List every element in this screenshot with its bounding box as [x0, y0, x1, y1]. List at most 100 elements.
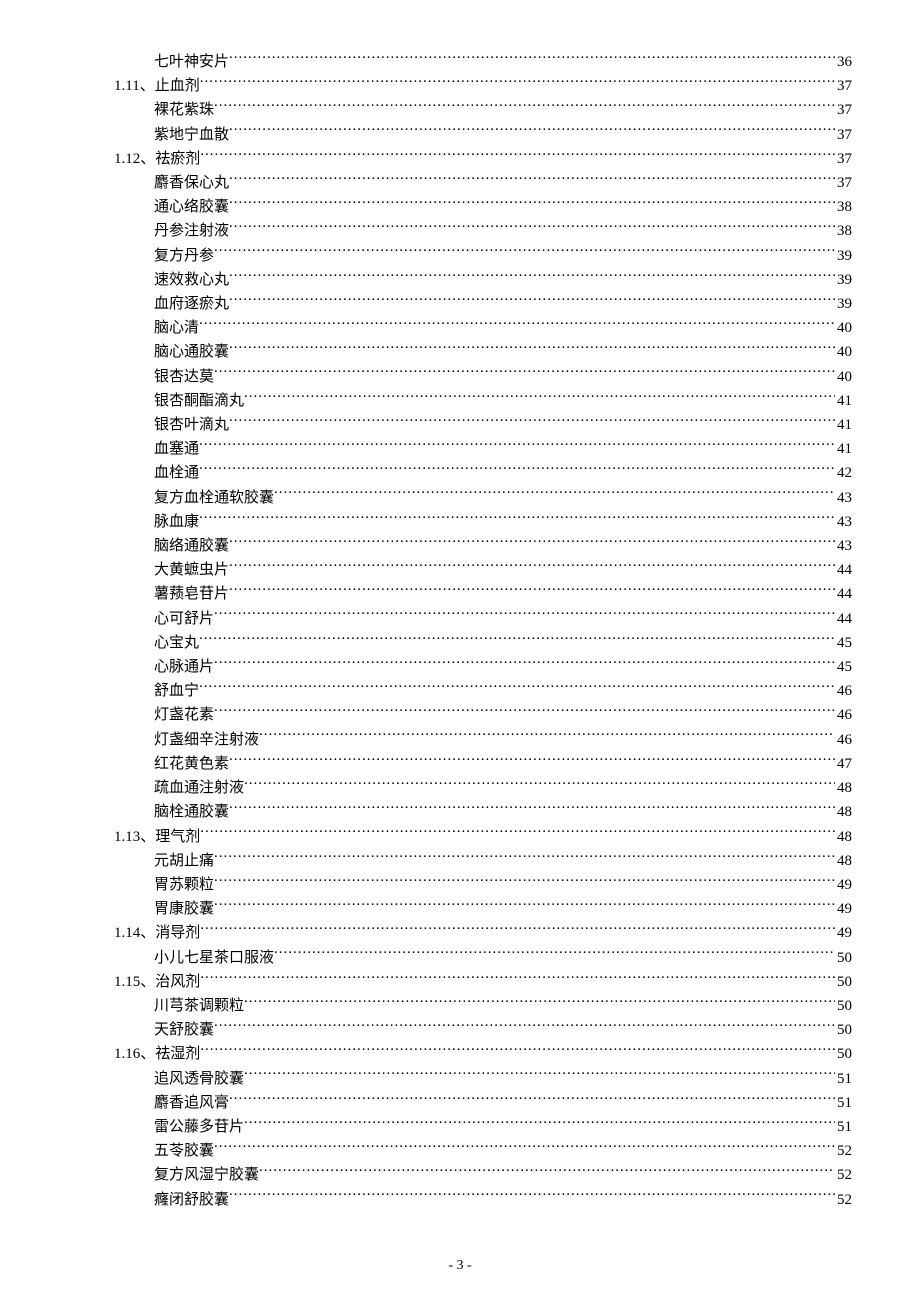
toc-entry[interactable]: 麝香保心丸 37 [68, 171, 852, 195]
toc-entry-title: 麝香保心丸 [154, 171, 229, 195]
toc-entry-title: 脑栓通胶囊 [154, 800, 229, 824]
toc-entry[interactable]: 1.16、祛湿剂50 [68, 1042, 852, 1066]
toc-entry-title: 丹参注射液 [154, 219, 229, 243]
toc-entry-page: 43 [835, 534, 852, 558]
toc-entry[interactable]: 雷公藤多苷片51 [68, 1115, 852, 1139]
toc-entry-page: 48 [835, 849, 852, 873]
toc-entry[interactable]: 七叶神安片36 [68, 50, 852, 74]
toc-entry[interactable]: 血塞通41 [68, 437, 852, 461]
toc-entry[interactable]: 胃康胶囊49 [68, 897, 852, 921]
toc-entry[interactable]: 脑心清40 [68, 316, 852, 340]
toc-entry-page: 49 [835, 873, 852, 897]
toc-entry[interactable]: 心脉通片45 [68, 655, 852, 679]
toc-entry[interactable]: 追风透骨胶囊51 [68, 1067, 852, 1091]
toc-entry-title: 通心络胶囊 [154, 195, 229, 219]
toc-entry[interactable]: 灯盏花素46 [68, 703, 852, 727]
toc-entry-page: 37 [835, 171, 852, 195]
toc-entry-title: 川芎茶调颗粒 [154, 994, 244, 1018]
toc-entry-page: 47 [835, 752, 852, 776]
toc-entry[interactable]: 癃闭舒胶囊52 [68, 1188, 852, 1212]
toc-entry-title: 复方风湿宁胶囊 [154, 1163, 259, 1187]
toc-entry-title: 心可舒片 [154, 607, 214, 631]
toc-entry[interactable]: 脑栓通胶囊48 [68, 800, 852, 824]
toc-entry-page: 40 [835, 365, 852, 389]
toc-entry[interactable]: 五苓胶囊52 [68, 1139, 852, 1163]
toc-entry[interactable]: 血府逐瘀丸39 [68, 292, 852, 316]
toc-entry[interactable]: 速效救心丸39 [68, 268, 852, 292]
toc-leader-dots [229, 1189, 835, 1204]
toc-entry[interactable]: 通心络胶囊38 [68, 195, 852, 219]
toc-entry-title: 天舒胶囊 [154, 1018, 214, 1042]
toc-entry[interactable]: 小儿七星茶口服液50 [68, 946, 852, 970]
toc-entry[interactable]: 1.11、止血剂37 [68, 74, 852, 98]
toc-entry[interactable]: 银杏酮酯滴丸41 [68, 389, 852, 413]
toc-entry-title: 元胡止痛 [154, 849, 214, 873]
toc-entry-title: 紫地宁血散 [154, 123, 229, 147]
toc-entry-title: 心宝丸 [154, 631, 199, 655]
toc-entry-title: 银杏达莫 [154, 365, 214, 389]
toc-entry[interactable]: 脉血康 43 [68, 510, 852, 534]
toc-entry[interactable]: 脑心通胶囊40 [68, 340, 852, 364]
toc-entry-page: 44 [835, 607, 852, 631]
toc-leader-dots [229, 269, 835, 284]
toc-entry[interactable]: 1.14、消导剂49 [68, 921, 852, 945]
toc-entry-title: 复方血栓通软胶囊 [154, 486, 274, 510]
toc-entry[interactable]: 元胡止痛 48 [68, 849, 852, 873]
toc-entry[interactable]: 银杏达莫 40 [68, 365, 852, 389]
toc-entry-page: 43 [835, 486, 852, 510]
toc-entry-title: 脉血康 [154, 510, 199, 534]
toc-leader-dots [199, 438, 835, 453]
toc-leader-dots [200, 75, 835, 90]
toc-entry-title: 裸花紫珠 [154, 98, 214, 122]
toc-entry[interactable]: 红花黄色素47 [68, 752, 852, 776]
toc-leader-dots [244, 1068, 835, 1083]
toc-entry[interactable]: 银杏叶滴丸41 [68, 413, 852, 437]
toc-entry-page: 46 [835, 679, 852, 703]
toc-entry[interactable]: 血栓通42 [68, 461, 852, 485]
toc-entry-title: 胃苏颗粒 [154, 873, 214, 897]
toc-entry-title: 灯盏花素 [154, 703, 214, 727]
toc-entry-page: 51 [835, 1115, 852, 1139]
toc-entry-page: 40 [835, 340, 852, 364]
toc-entry-title: 速效救心丸 [154, 268, 229, 292]
toc-entry[interactable]: 疏血通注射液48 [68, 776, 852, 800]
toc-entry-page: 44 [835, 558, 852, 582]
toc-leader-dots [229, 414, 835, 429]
toc-entry[interactable]: 1.15、治风剂50 [68, 970, 852, 994]
toc-entry[interactable]: 1.13、理气剂48 [68, 825, 852, 849]
toc-entry[interactable]: 1.12、祛瘀剂37 [68, 147, 852, 171]
toc-leader-dots [199, 632, 835, 647]
toc-entry[interactable]: 紫地宁血散37 [68, 123, 852, 147]
toc-entry[interactable]: 川芎茶调颗粒50 [68, 994, 852, 1018]
toc-entry[interactable]: 脑络通胶囊43 [68, 534, 852, 558]
toc-entry[interactable]: 复方血栓通软胶囊 43 [68, 486, 852, 510]
toc-entry-page: 41 [835, 413, 852, 437]
toc-leader-dots [214, 850, 835, 865]
toc-leader-dots [229, 341, 835, 356]
toc-entry[interactable]: 丹参注射液38 [68, 219, 852, 243]
toc-entry[interactable]: 胃苏颗粒 49 [68, 873, 852, 897]
toc-entry-page: 51 [835, 1091, 852, 1115]
toc-entry[interactable]: 复方风湿宁胶囊52 [68, 1163, 852, 1187]
toc-entry-page: 41 [835, 437, 852, 461]
toc-leader-dots [214, 656, 835, 671]
toc-entry[interactable]: 裸花紫珠37 [68, 98, 852, 122]
toc-entry[interactable]: 薯蓣皂苷片44 [68, 582, 852, 606]
page-number: - 3 - [448, 1258, 471, 1273]
toc-leader-dots [229, 535, 835, 550]
toc-entry-title: 复方丹参 [154, 244, 214, 268]
toc-entry-title: 大黄蟅虫片 [154, 558, 229, 582]
toc-entry[interactable]: 灯盏细辛注射液46 [68, 728, 852, 752]
toc-entry-title: 疏血通注射液 [154, 776, 244, 800]
toc-entry[interactable]: 麝香追风膏51 [68, 1091, 852, 1115]
toc-leader-dots [229, 172, 835, 187]
toc-entry[interactable]: 天舒胶囊50 [68, 1018, 852, 1042]
toc-entry[interactable]: 心宝丸45 [68, 631, 852, 655]
toc-entry-page: 43 [835, 510, 852, 534]
toc-entry-page: 39 [835, 292, 852, 316]
toc-entry[interactable]: 复方丹参39 [68, 244, 852, 268]
toc-entry[interactable]: 心可舒片 44 [68, 607, 852, 631]
toc-entry[interactable]: 大黄蟅虫片 44 [68, 558, 852, 582]
toc-entry[interactable]: 舒血宁46 [68, 679, 852, 703]
toc-leader-dots [229, 559, 835, 574]
